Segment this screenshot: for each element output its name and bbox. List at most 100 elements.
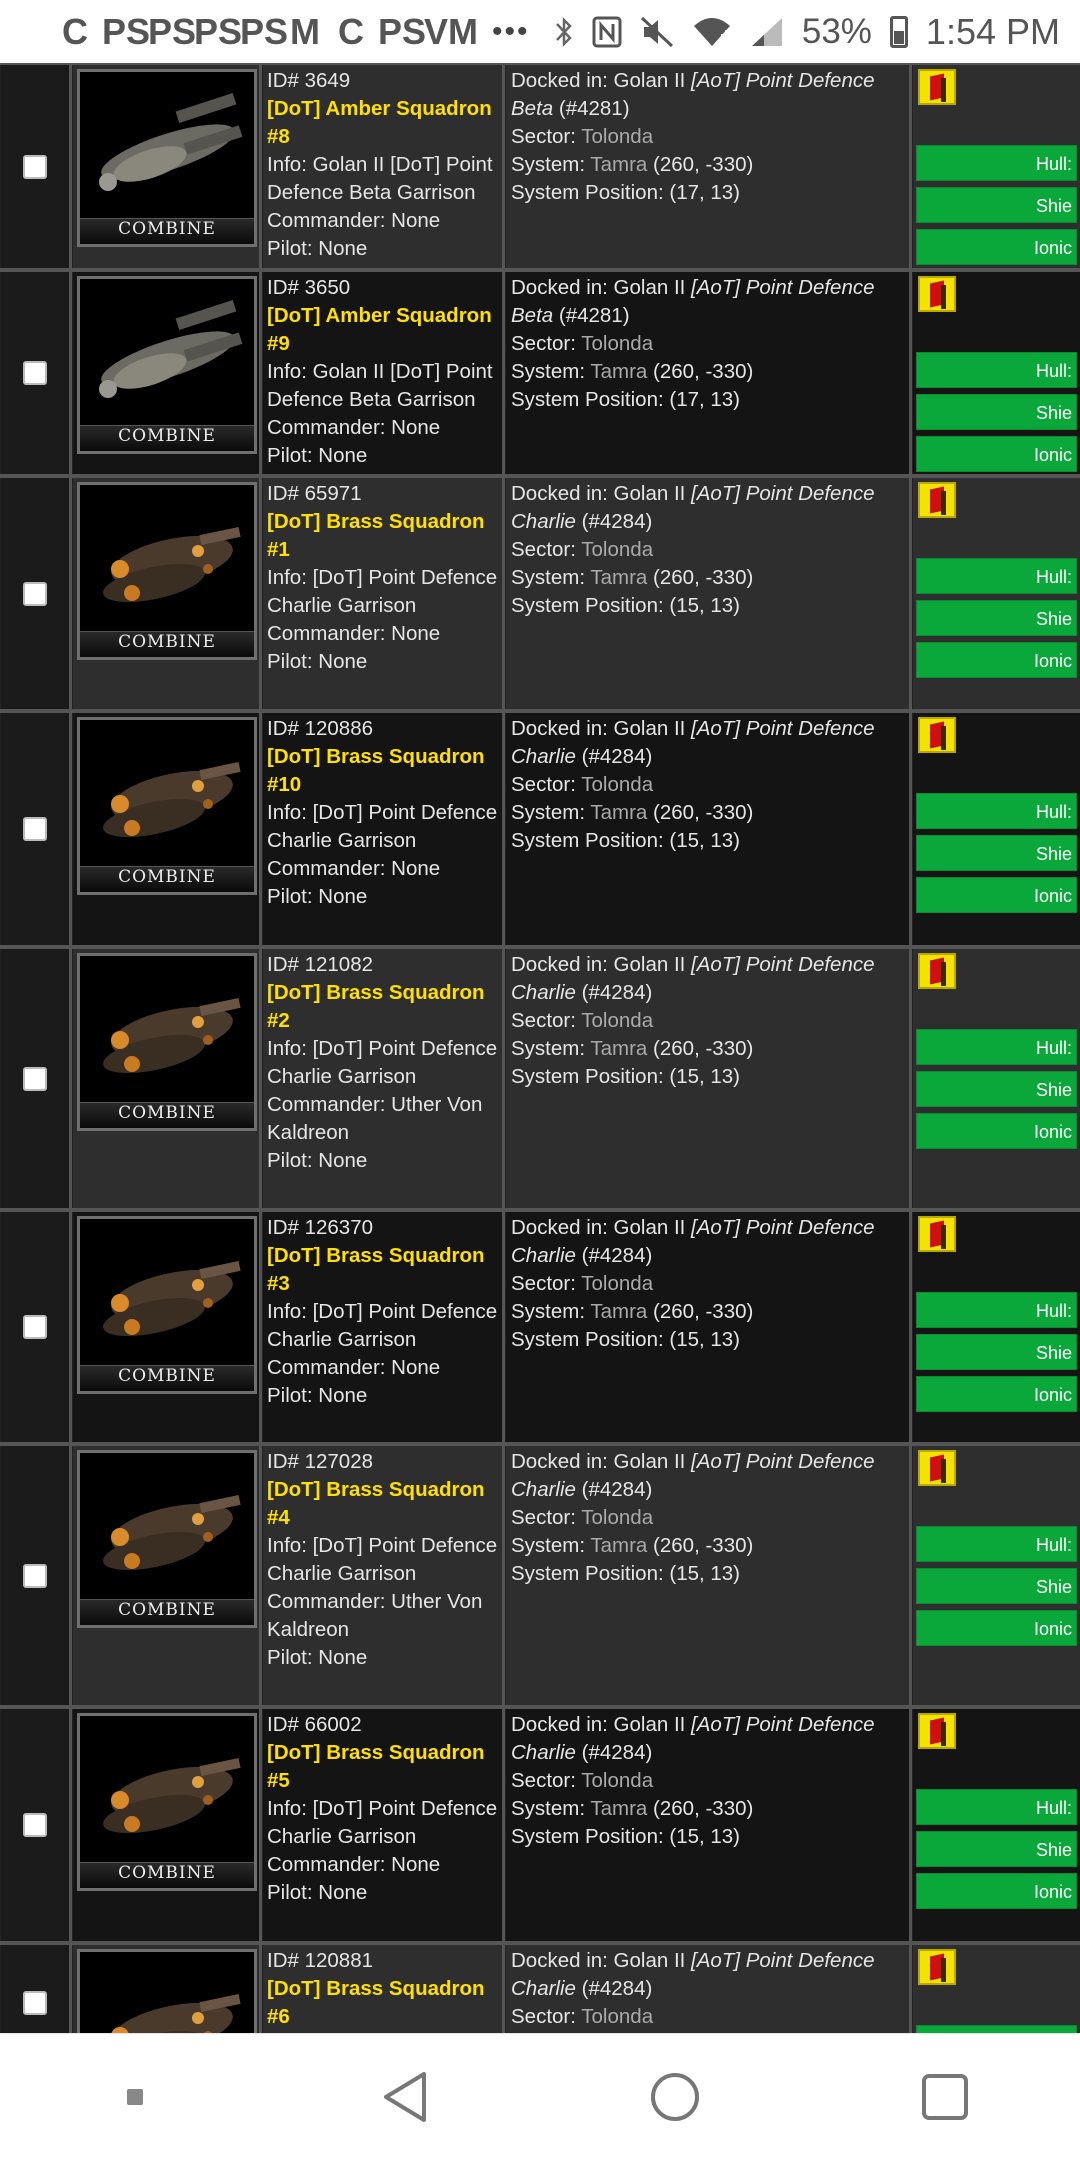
ship-thumbnail[interactable]: COMBINE [77,1713,257,1891]
nfc-icon [592,16,622,47]
status-bar-1[interactable]: Shie [916,394,1077,430]
sector-value: Tolonda [581,773,654,796]
ship-thumbnail[interactable]: COMBINE [77,953,257,1131]
signal-icon [751,17,782,46]
row-checkbox[interactable] [23,1813,47,1837]
ship-thumbnail[interactable]: COMBINE [77,1450,257,1628]
row-checkbox[interactable] [23,1991,47,2015]
docked-in: Docked in: Golan II [AoT] Point Defence … [511,715,904,771]
ship-image-brass [103,1494,241,1571]
ship-pilot: Pilot: None [267,1384,368,1407]
ship-actions-cell: Hull: Shie Ionic [912,1446,1080,1705]
flag-icon[interactable] [918,717,956,753]
status-bar-1[interactable]: Shie [916,1568,1077,1604]
flag-icon[interactable] [918,1450,956,1486]
system-coords: (260, -330) [647,801,754,824]
flag-icon[interactable] [918,482,956,518]
docked-ref: (#4284) [575,510,653,533]
row-checkbox[interactable] [23,817,47,841]
ship-thumbnail-cell: COMBINE [72,272,262,474]
status-bar-2[interactable]: Ionic [916,1873,1077,1909]
status-bar-2[interactable]: Ionic [916,1113,1077,1149]
ship-thumbnail-cell: COMBINE [72,949,262,1208]
ship-thumbnail[interactable]: COMBINE [77,482,257,660]
home-button[interactable] [620,2042,730,2152]
system-label: System: [511,801,591,824]
ship-thumbnail[interactable]: COMBINE [77,69,257,247]
flag-icon[interactable] [918,1216,956,1252]
ship-image-brass [103,997,241,1074]
flag-icon[interactable] [918,1949,956,1985]
status-bar-1[interactable]: Shie [916,1334,1077,1370]
docked-label: Docked in: Golan II [511,276,692,299]
status-bar-1[interactable]: Shie [916,835,1077,871]
status-bar-0[interactable]: Hull: [916,352,1077,388]
ship-commander: Commander: None [267,857,441,880]
ship-name-link[interactable]: [DoT] Brass Squadron #3 [267,1242,498,1298]
status-bar-1[interactable]: Shie [916,600,1077,636]
system-label: System: [511,360,591,383]
flag-icon[interactable] [918,1713,956,1749]
row-checkbox[interactable] [23,154,47,179]
ship-name-link[interactable]: [DoT] Brass Squadron #2 [267,979,498,1035]
row-checkbox[interactable] [23,361,47,385]
status-bar-2[interactable]: Ionic [916,1610,1077,1646]
status-bar-2[interactable]: Ionic [916,229,1077,265]
status-bar-0[interactable]: Hull: [916,145,1077,181]
ship-thumbnail[interactable]: COMBINE [77,1949,257,2033]
status-bar-0[interactable]: Hull: [916,793,1077,829]
ship-name-link[interactable]: [DoT] Amber Squadron #9 [267,302,498,358]
ship-info-cell: ID# 120881[DoT] Brass Squadron #6Info: [… [262,1945,505,2033]
ship-name-link[interactable]: [DoT] Brass Squadron #4 [267,1476,498,1532]
system-value: Tamra [590,153,648,176]
status-bar-1[interactable]: Shie [916,1071,1077,1107]
system: System: Tamra (260, -330) [511,799,904,827]
system-label: System: [511,566,591,589]
overview-button[interactable] [890,2042,1000,2152]
ship-thumbnail[interactable]: COMBINE [77,1216,257,1394]
ship-name-link[interactable]: [DoT] Brass Squadron #1 [267,508,498,564]
ship-location-cell: Docked in: Golan II [AoT] Point Defence … [505,1945,912,2033]
ship-name-link[interactable]: [DoT] Amber Squadron #8 [267,95,498,151]
ship-info-cell: ID# 127028 [DoT] Brass Squadron #4 Info: [… [262,1446,505,1705]
row-select-cell [0,1945,72,2033]
system: System: Tamra (260, -330) [511,358,904,386]
row-checkbox[interactable] [23,1315,47,1339]
status-bar-2[interactable]: Ionic [916,642,1077,678]
docked-in: Docked in: Golan II [AoT] Point Defence … [511,1711,904,1767]
system-value: Tamra [590,801,648,824]
flag-icon[interactable] [918,276,956,312]
row-checkbox[interactable] [23,1066,47,1091]
ship-name-link[interactable]: [DoT] Brass Squadron #5 [267,1739,498,1795]
ship-thumbnail[interactable]: COMBINE [77,717,257,895]
status-bar-1[interactable]: Shie [916,1831,1077,1867]
docked-label: Docked in: Golan II [511,953,692,976]
ship-thumbnail[interactable]: COMBINE [77,276,257,454]
status-bar-2[interactable]: Ionic [916,1376,1077,1412]
docked-ref: (#4284) [575,981,653,1004]
flag-icon[interactable] [918,69,956,105]
status-bar-2[interactable]: Ionic [916,877,1077,913]
status-bar-0[interactable]: Hull: [916,1526,1077,1562]
sector: Sector: Tolonda [511,1270,904,1298]
status-bar-1[interactable]: Shie [916,187,1077,223]
row-checkbox[interactable] [23,1563,47,1588]
status-bar-0[interactable]: Hull: [916,2025,1077,2033]
recent-apps-button[interactable] [80,2042,190,2152]
status-bar-2[interactable]: Ionic [916,436,1077,472]
back-button[interactable] [350,2042,460,2152]
ship-image-brass [103,761,241,838]
ship-actions-cell: Hull: Shie Ionic [912,949,1080,1208]
system-label: System: [511,1037,591,1060]
combine-caption: COMBINE [80,1102,254,1128]
ship-image-brass [103,1757,241,1834]
flag-icon[interactable] [918,953,956,989]
status-bar-0[interactable]: Hull: [916,558,1077,594]
row-checkbox[interactable] [23,581,47,606]
status-bar-0[interactable]: Hull: [916,1029,1077,1065]
ship-name-link[interactable]: [DoT] Brass Squadron #6 [267,1975,498,2031]
row-select-cell [0,478,72,709]
ship-name-link[interactable]: [DoT] Brass Squadron #10 [267,743,498,799]
status-bar-0[interactable]: Hull: [916,1292,1077,1328]
status-bar-0[interactable]: Hull: [916,1789,1077,1825]
